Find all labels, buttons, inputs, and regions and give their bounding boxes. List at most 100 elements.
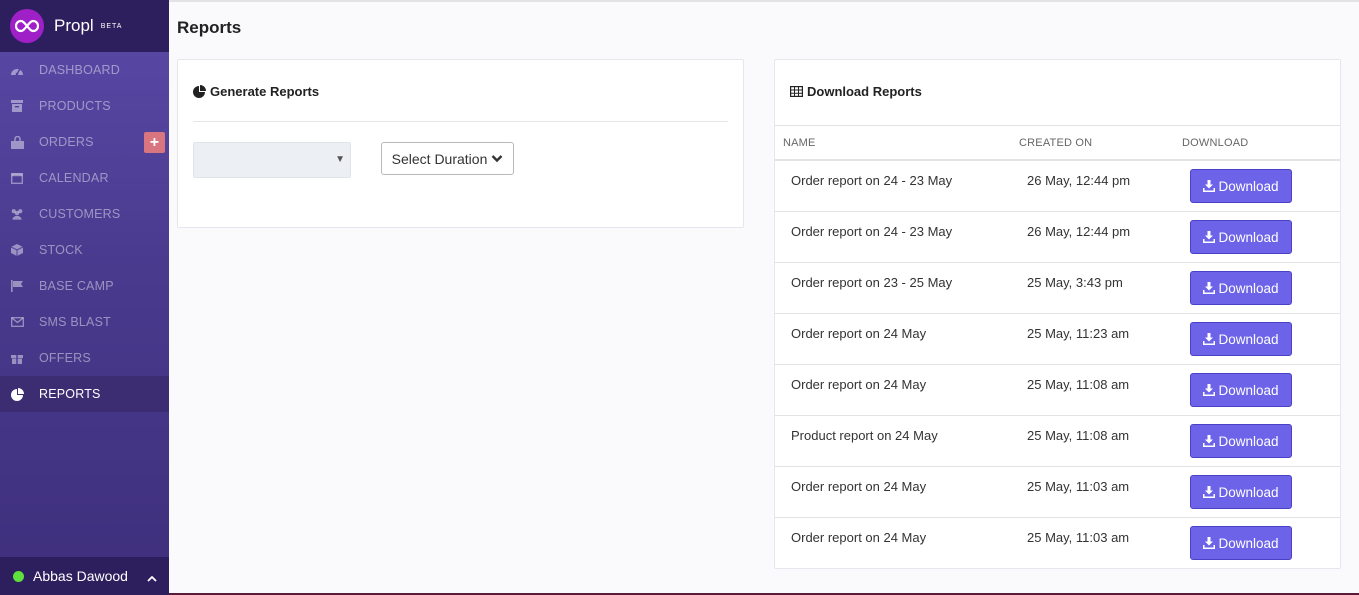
sidebar-item-label: BASE CAMP xyxy=(39,279,114,293)
sidebar-item-label: CALENDAR xyxy=(39,171,109,185)
download-button-label: Download xyxy=(1218,382,1279,398)
download-icon xyxy=(1203,180,1216,192)
sidebar-item-products[interactable]: PRODUCTS xyxy=(0,88,169,124)
sidebar: Propl BETA DASHBOARD PRODUCTS ORDERS + C… xyxy=(0,0,169,595)
shopping-bag-icon xyxy=(10,135,24,149)
archive-icon xyxy=(10,99,24,113)
user-name: Abbas Dawood xyxy=(33,568,128,584)
download-icon xyxy=(1203,486,1216,498)
download-button[interactable]: Download xyxy=(1190,169,1292,203)
brand-name: Propl xyxy=(54,16,94,35)
download-button[interactable]: Download xyxy=(1190,322,1292,356)
report-name: Order report on 24 - 23 May xyxy=(791,224,953,239)
chevron-down-icon xyxy=(492,155,503,163)
sidebar-item-label: ORDERS xyxy=(39,135,94,149)
report-name: Order report on 24 May xyxy=(791,479,927,494)
pie-chart-icon xyxy=(10,387,24,401)
sidebar-item-label: SMS BLAST xyxy=(39,315,111,329)
generate-reports-panel: Generate Reports ▼ Select Duration xyxy=(177,59,744,228)
download-icon xyxy=(1203,282,1216,294)
download-button[interactable]: Download xyxy=(1190,475,1292,509)
sidebar-item-label: OFFERS xyxy=(39,351,91,365)
download-button[interactable]: Download xyxy=(1190,373,1292,407)
table-row: Order report on 24 May 25 May, 11:03 am Do… xyxy=(775,518,1340,569)
sidebar-item-orders[interactable]: ORDERS + xyxy=(0,124,169,160)
sidebar-item-label: DASHBOARD xyxy=(39,63,120,77)
chevron-up-icon[interactable] xyxy=(147,569,157,585)
download-button[interactable]: Download xyxy=(1190,526,1292,560)
download-button[interactable]: Download xyxy=(1190,271,1292,305)
download-icon xyxy=(1203,333,1216,345)
caret-down-icon: ▼ xyxy=(335,154,345,165)
download-icon xyxy=(1203,384,1216,396)
table-row: Order report on 24 - 23 May 26 May, 12:44… xyxy=(775,161,1340,212)
report-created-on: 25 May, 11:23 am xyxy=(1027,326,1130,341)
download-button-label: Download xyxy=(1218,229,1279,245)
report-created-on: 25 May, 11:08 am xyxy=(1027,428,1130,443)
download-button-label: Download xyxy=(1218,433,1279,449)
download-button[interactable]: Download xyxy=(1190,220,1292,254)
pie-chart-icon xyxy=(193,85,206,98)
table-icon xyxy=(790,86,803,97)
report-name: Product report on 24 May xyxy=(791,428,938,443)
table-row: Order report on 24 May 25 May, 11:23 am Do… xyxy=(775,314,1340,365)
report-created-on: 25 May, 11:03 am xyxy=(1027,479,1130,494)
calendar-icon xyxy=(10,171,24,185)
sidebar-item-dashboard[interactable]: DASHBOARD xyxy=(0,52,169,88)
download-icon xyxy=(1203,435,1216,447)
sidebar-item-calendar[interactable]: CALENDAR xyxy=(0,160,169,196)
table-row: Product report on 24 May 25 May, 11:08 am… xyxy=(775,416,1340,467)
report-created-on: 25 May, 3:43 pm xyxy=(1027,275,1123,290)
table-row: Order report on 23 - 25 May 25 May, 3:43 … xyxy=(775,263,1340,314)
cube-icon xyxy=(10,243,24,257)
page-title: Reports xyxy=(177,18,242,37)
generate-reports-header: Generate Reports xyxy=(193,84,319,99)
brand-header[interactable]: Propl BETA xyxy=(0,0,169,52)
sidebar-item-label: CUSTOMERS xyxy=(39,207,121,221)
column-header-download[interactable]: DOWNLOAD xyxy=(1182,137,1248,149)
users-icon xyxy=(10,207,24,221)
select-duration-label: Select Duration xyxy=(391,150,488,167)
download-reports-title: Download Reports xyxy=(807,84,922,99)
download-button-label: Download xyxy=(1218,280,1279,296)
column-header-created-on[interactable]: CREATED ON xyxy=(1019,137,1092,149)
download-button-label: Download xyxy=(1218,331,1279,347)
download-button-label: Download xyxy=(1218,178,1279,194)
report-created-on: 26 May, 12:44 pm xyxy=(1027,173,1131,188)
table-row: Order report on 24 May 25 May, 11:03 am Do… xyxy=(775,467,1340,518)
download-reports-header: Download Reports xyxy=(790,84,922,99)
column-header-name[interactable]: NAME xyxy=(783,137,816,149)
report-name: Order report on 24 - 23 May xyxy=(791,173,953,188)
report-name: Order report on 24 May xyxy=(791,530,927,545)
sidebar-item-reports[interactable]: REPORTS xyxy=(0,376,169,412)
user-menu[interactable]: Abbas Dawood xyxy=(0,557,169,595)
online-status-indicator xyxy=(13,570,24,582)
report-created-on: 25 May, 11:08 am xyxy=(1027,377,1130,392)
download-reports-panel: Download Reports NAME CREATED ON DOWNLOA… xyxy=(774,59,1341,569)
table-row: Order report on 24 - 23 May 26 May, 12:44… xyxy=(775,212,1340,263)
select-duration-button[interactable]: Select Duration xyxy=(381,142,514,175)
envelope-icon xyxy=(10,315,24,329)
sidebar-item-label: STOCK xyxy=(39,243,83,257)
table-row: Order report on 24 May 25 May, 11:08 am Do… xyxy=(775,365,1340,416)
generate-reports-title: Generate Reports xyxy=(210,84,320,99)
report-name: Order report on 24 May xyxy=(791,326,927,341)
report-created-on: 25 May, 11:03 am xyxy=(1027,530,1130,545)
report-name: Order report on 23 - 25 May xyxy=(791,275,953,290)
beta-badge: BETA xyxy=(100,22,123,30)
sidebar-item-label: PRODUCTS xyxy=(39,99,111,113)
sidebar-item-base-camp[interactable]: BASE CAMP xyxy=(0,268,169,304)
download-button-label: Download xyxy=(1218,535,1279,551)
infinity-logo-icon xyxy=(10,9,44,43)
add-order-button[interactable]: + xyxy=(144,132,165,153)
download-button[interactable]: Download xyxy=(1190,424,1292,458)
divider xyxy=(775,125,1340,126)
gift-icon xyxy=(10,351,24,365)
sidebar-item-customers[interactable]: CUSTOMERS xyxy=(0,196,169,232)
sidebar-item-sms-blast[interactable]: SMS BLAST xyxy=(0,304,169,340)
download-icon xyxy=(1203,537,1216,549)
divider xyxy=(193,121,728,122)
sidebar-item-stock[interactable]: STOCK xyxy=(0,232,169,268)
sidebar-item-offers[interactable]: OFFERS xyxy=(0,340,169,376)
report-type-select[interactable]: ▼ xyxy=(193,142,351,178)
